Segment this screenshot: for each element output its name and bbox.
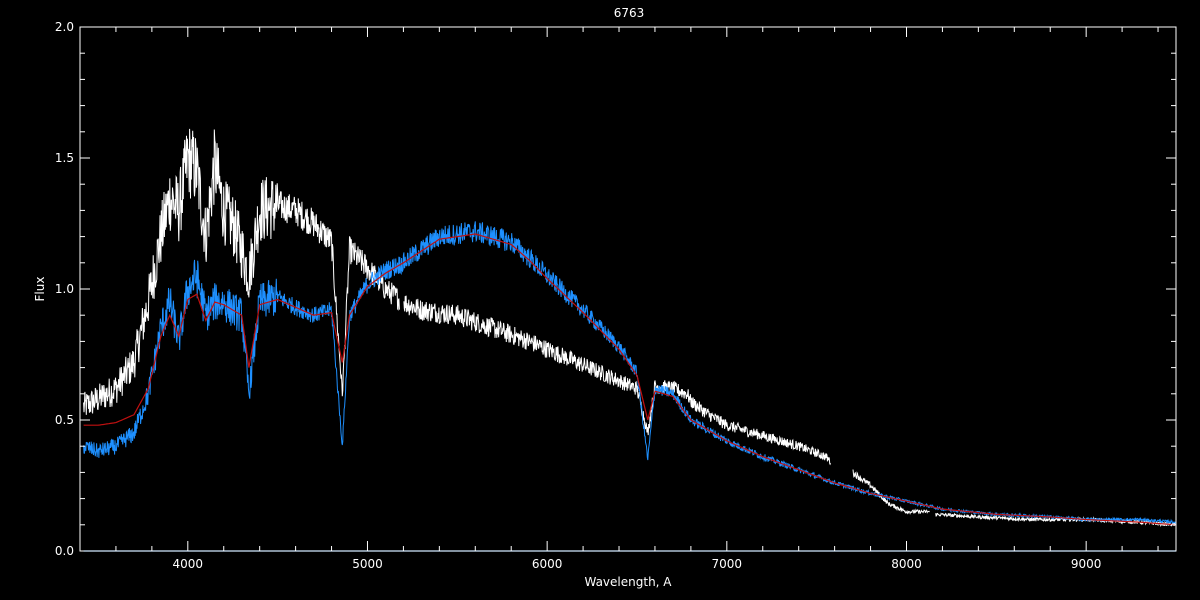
y-tick-label: 2.0 (55, 20, 74, 34)
y-tick-label: 0.0 (55, 544, 74, 558)
y-tick-label: 1.5 (55, 151, 74, 165)
x-tick-label: 9000 (1071, 557, 1102, 571)
chart-title: 6763 (614, 6, 645, 20)
x-tick-label: 4000 (173, 557, 204, 571)
x-tick-label: 8000 (891, 557, 922, 571)
y-tick-label: 1.0 (55, 282, 74, 296)
y-tick-label: 0.5 (55, 413, 74, 427)
spectrum-chart: 6763 4000 5000 6000 7000 8000 9000 0.0 0.5 1.0 1.… (0, 0, 1200, 600)
y-axis-label: Flux (33, 277, 47, 302)
x-tick-label: 7000 (712, 557, 743, 571)
x-tick-label: 5000 (352, 557, 383, 571)
x-tick-label: 6000 (532, 557, 563, 571)
chart-background (0, 0, 1200, 600)
x-axis-label: Wavelength, A (584, 575, 672, 589)
